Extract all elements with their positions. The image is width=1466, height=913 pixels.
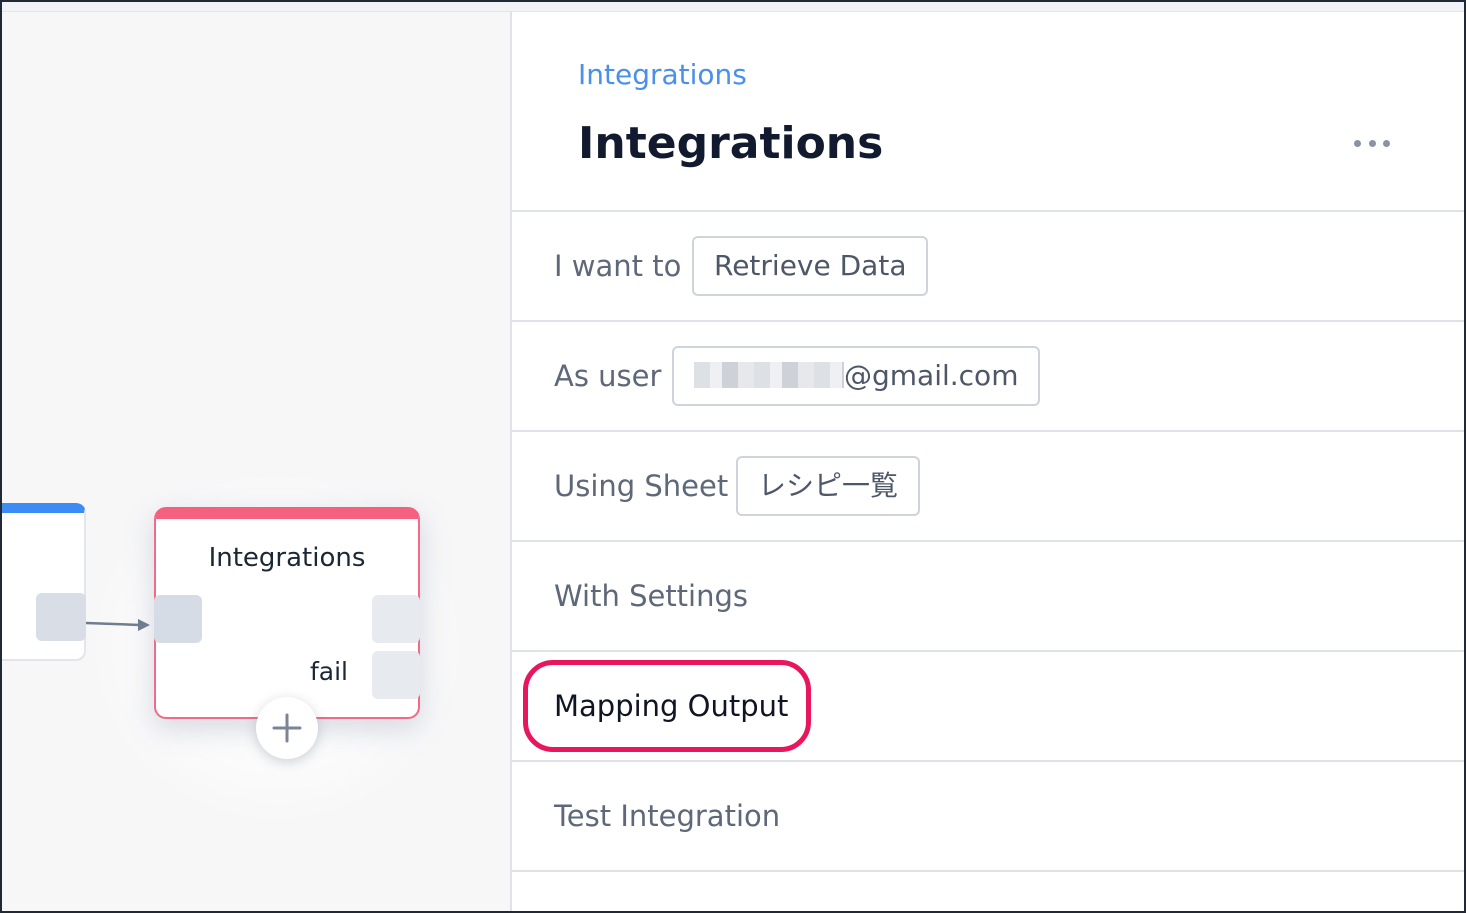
row-using-sheet: Using Sheet レシピ一覧	[512, 430, 1464, 540]
top-bar	[2, 2, 1464, 12]
sheet-selector[interactable]: レシピ一覧	[736, 456, 921, 516]
fail-label: fail	[309, 657, 348, 686]
row-mapping-output[interactable]: Mapping Output	[512, 650, 1464, 760]
node-fail-port[interactable]	[372, 651, 420, 699]
more-horizontal-icon	[1383, 139, 1390, 147]
row-label-i-want-to: I want to	[554, 249, 682, 283]
app-window: Integrations fail Integrations Integrati…	[0, 0, 1466, 913]
node-success-port[interactable]	[372, 595, 420, 643]
previous-node[interactable]	[2, 503, 86, 661]
add-step-button[interactable]	[256, 697, 318, 759]
row-label-mapping-output: Mapping Output	[554, 689, 789, 723]
node-title: Integrations	[208, 543, 366, 573]
redacted-email-blur	[694, 362, 844, 388]
user-selector[interactable]: @gmail.com	[672, 346, 1041, 406]
panel-title: Integrations	[578, 118, 884, 169]
integrations-node[interactable]: Integrations fail	[154, 507, 420, 719]
integration-settings-panel: Integrations Integrations I want to Retr…	[510, 12, 1464, 911]
user-email-suffix: @gmail.com	[844, 359, 1019, 392]
connector-arrow	[86, 619, 150, 631]
row-as-user: As user @gmail.com	[512, 320, 1464, 430]
row-i-want-to: I want to Retrieve Data	[512, 210, 1464, 320]
row-label-using-sheet: Using Sheet	[554, 469, 729, 503]
panel-divider	[512, 870, 1464, 872]
plus-icon	[272, 713, 302, 743]
more-horizontal-icon	[1354, 139, 1361, 147]
node-input-port[interactable]	[154, 595, 202, 643]
more-horizontal-icon	[1368, 139, 1376, 147]
row-label-as-user: As user	[554, 359, 662, 393]
workflow-canvas[interactable]: Integrations fail	[2, 12, 510, 911]
row-label-with-settings: With Settings	[554, 579, 749, 613]
breadcrumb-link[interactable]: Integrations	[578, 58, 747, 91]
row-label-test-integration: Test Integration	[554, 799, 781, 833]
action-selector[interactable]: Retrieve Data	[692, 236, 929, 296]
row-with-settings[interactable]: With Settings	[512, 540, 1464, 650]
more-options-button[interactable]	[1348, 128, 1396, 158]
row-test-integration[interactable]: Test Integration	[512, 760, 1464, 870]
previous-node-output-port[interactable]	[36, 593, 86, 641]
